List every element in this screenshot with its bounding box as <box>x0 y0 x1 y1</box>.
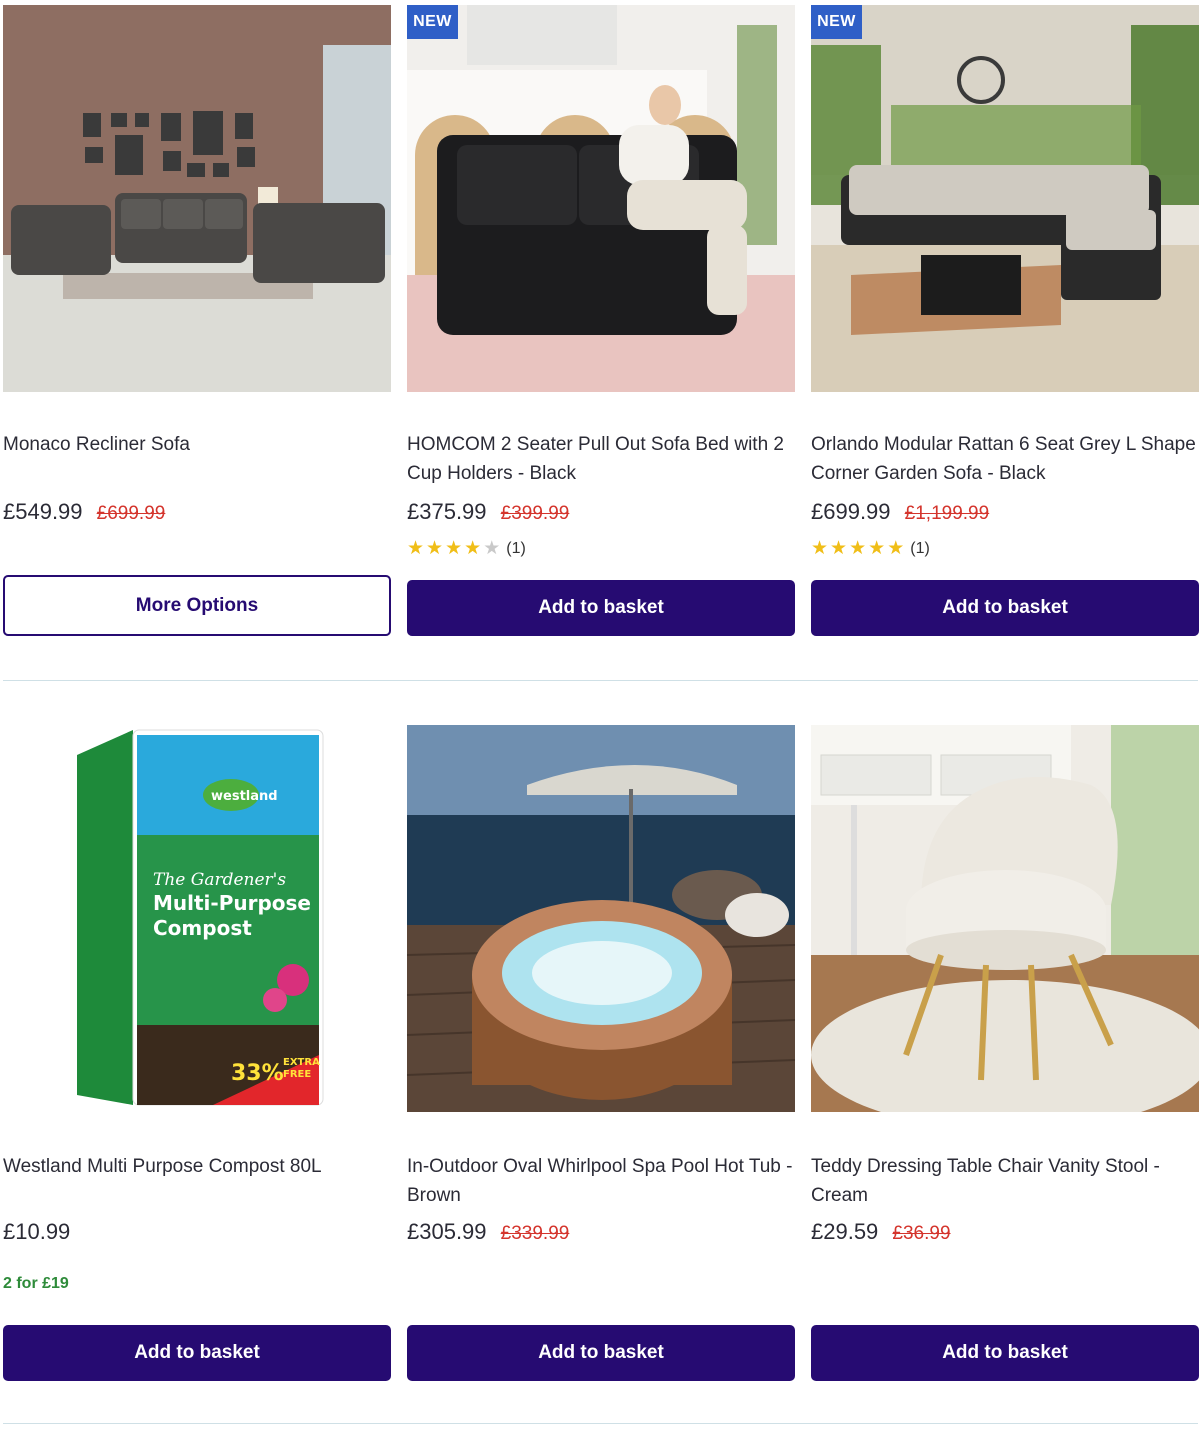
star-icon: ★ <box>445 538 463 559</box>
product-title[interactable]: Monaco Recliner Sofa <box>3 430 393 459</box>
packshot-promo: 33% <box>231 1061 284 1086</box>
product-title[interactable]: Orlando Modular Rattan 6 Seat Grey L Sha… <box>811 430 1200 488</box>
vanity-stool-photo[interactable] <box>811 725 1199 1112</box>
product-card-monaco: Monaco Recliner Sofa £549.99 £699.99 Mor… <box>3 0 391 680</box>
product-card-orlando: NEW Orlando Modular Rattan 6 Seat Grey L… <box>811 0 1199 680</box>
was-price: £399.99 <box>500 503 570 524</box>
current-price: £699.99 <box>811 499 891 524</box>
row-divider <box>3 1423 1198 1424</box>
price-line: £549.99 £699.99 <box>3 497 165 529</box>
packshot-line-3: Compost <box>153 916 252 940</box>
product-row-1: Monaco Recliner Sofa £549.99 £699.99 Mor… <box>0 0 1200 680</box>
price-line: £699.99 £1,199.99 <box>811 497 989 529</box>
star-icon: ★ <box>830 538 848 559</box>
star-rating[interactable]: ★ ★ ★ ★ ★ (1) <box>407 539 526 559</box>
product-title[interactable]: Teddy Dressing Table Chair Vanity Stool … <box>811 1152 1200 1210</box>
new-badge: NEW <box>811 5 862 39</box>
star-icon: ★ <box>887 538 905 559</box>
recliner-sofa-set-photo[interactable] <box>3 5 391 392</box>
price-line: £10.99 <box>3 1217 78 1247</box>
row-divider <box>3 680 1198 681</box>
star-empty-icon: ★ <box>483 538 501 559</box>
hot-tub-photo[interactable] <box>407 725 795 1112</box>
new-badge: NEW <box>407 5 458 39</box>
product-title[interactable]: Westland Multi Purpose Compost 80L <box>3 1152 393 1181</box>
product-card-homcom: NEW HOMCOM 2 Seater Pull Out Sofa Bed wi… <box>407 0 795 680</box>
price-line: £29.59 £36.99 <box>811 1217 951 1249</box>
packshot-line-1: The Gardener's <box>153 870 286 890</box>
multibuy-offer[interactable]: 2 for £19 <box>3 1275 69 1293</box>
rattan-garden-sofa-photo[interactable] <box>811 5 1199 392</box>
add-to-basket-button[interactable]: Add to basket <box>407 1325 795 1381</box>
price-line: £305.99 £339.99 <box>407 1217 569 1249</box>
black-sofa-bed-photo[interactable] <box>407 5 795 392</box>
product-row-2: westland The Gardener's Multi-Purpose Co… <box>0 720 1200 1400</box>
more-options-button[interactable]: More Options <box>3 575 391 636</box>
packshot-brand: westland <box>211 789 278 804</box>
star-icon: ★ <box>868 538 886 559</box>
current-price: £10.99 <box>3 1219 71 1244</box>
price-line: £375.99 £399.99 <box>407 497 569 529</box>
add-to-basket-button[interactable]: Add to basket <box>407 580 795 636</box>
was-price: £339.99 <box>500 1223 570 1244</box>
star-icon: ★ <box>426 538 444 559</box>
current-price: £549.99 <box>3 499 83 524</box>
product-card-westland: westland The Gardener's Multi-Purpose Co… <box>3 720 391 1400</box>
star-icon: ★ <box>407 538 425 559</box>
add-to-basket-button[interactable]: Add to basket <box>811 580 1199 636</box>
star-rating[interactable]: ★ ★ ★ ★ ★ (1) <box>811 539 930 559</box>
add-to-basket-button[interactable]: Add to basket <box>811 1325 1199 1381</box>
rating-count: (1) <box>910 540 930 557</box>
packshot-promo-free: FREE <box>283 1069 311 1080</box>
rating-count: (1) <box>506 540 526 557</box>
product-title[interactable]: In-Outdoor Oval Whirlpool Spa Pool Hot T… <box>407 1152 797 1210</box>
was-price: £1,199.99 <box>904 503 990 524</box>
current-price: £305.99 <box>407 1219 487 1244</box>
compost-bag-photo[interactable]: westland The Gardener's Multi-Purpose Co… <box>3 725 391 1112</box>
product-title[interactable]: HOMCOM 2 Seater Pull Out Sofa Bed with 2… <box>407 430 797 488</box>
was-price: £699.99 <box>96 503 166 524</box>
current-price: £29.59 <box>811 1219 879 1244</box>
add-to-basket-button[interactable]: Add to basket <box>3 1325 391 1381</box>
current-price: £375.99 <box>407 499 487 524</box>
product-card-teddy-stool: Teddy Dressing Table Chair Vanity Stool … <box>811 720 1199 1400</box>
was-price: £36.99 <box>892 1223 951 1244</box>
packshot-line-2: Multi-Purpose <box>153 891 311 915</box>
star-icon: ★ <box>464 538 482 559</box>
product-card-hot-tub: In-Outdoor Oval Whirlpool Spa Pool Hot T… <box>407 720 795 1400</box>
star-icon: ★ <box>811 538 829 559</box>
packshot-promo-extra: EXTRA <box>283 1057 320 1068</box>
star-icon: ★ <box>849 538 867 559</box>
